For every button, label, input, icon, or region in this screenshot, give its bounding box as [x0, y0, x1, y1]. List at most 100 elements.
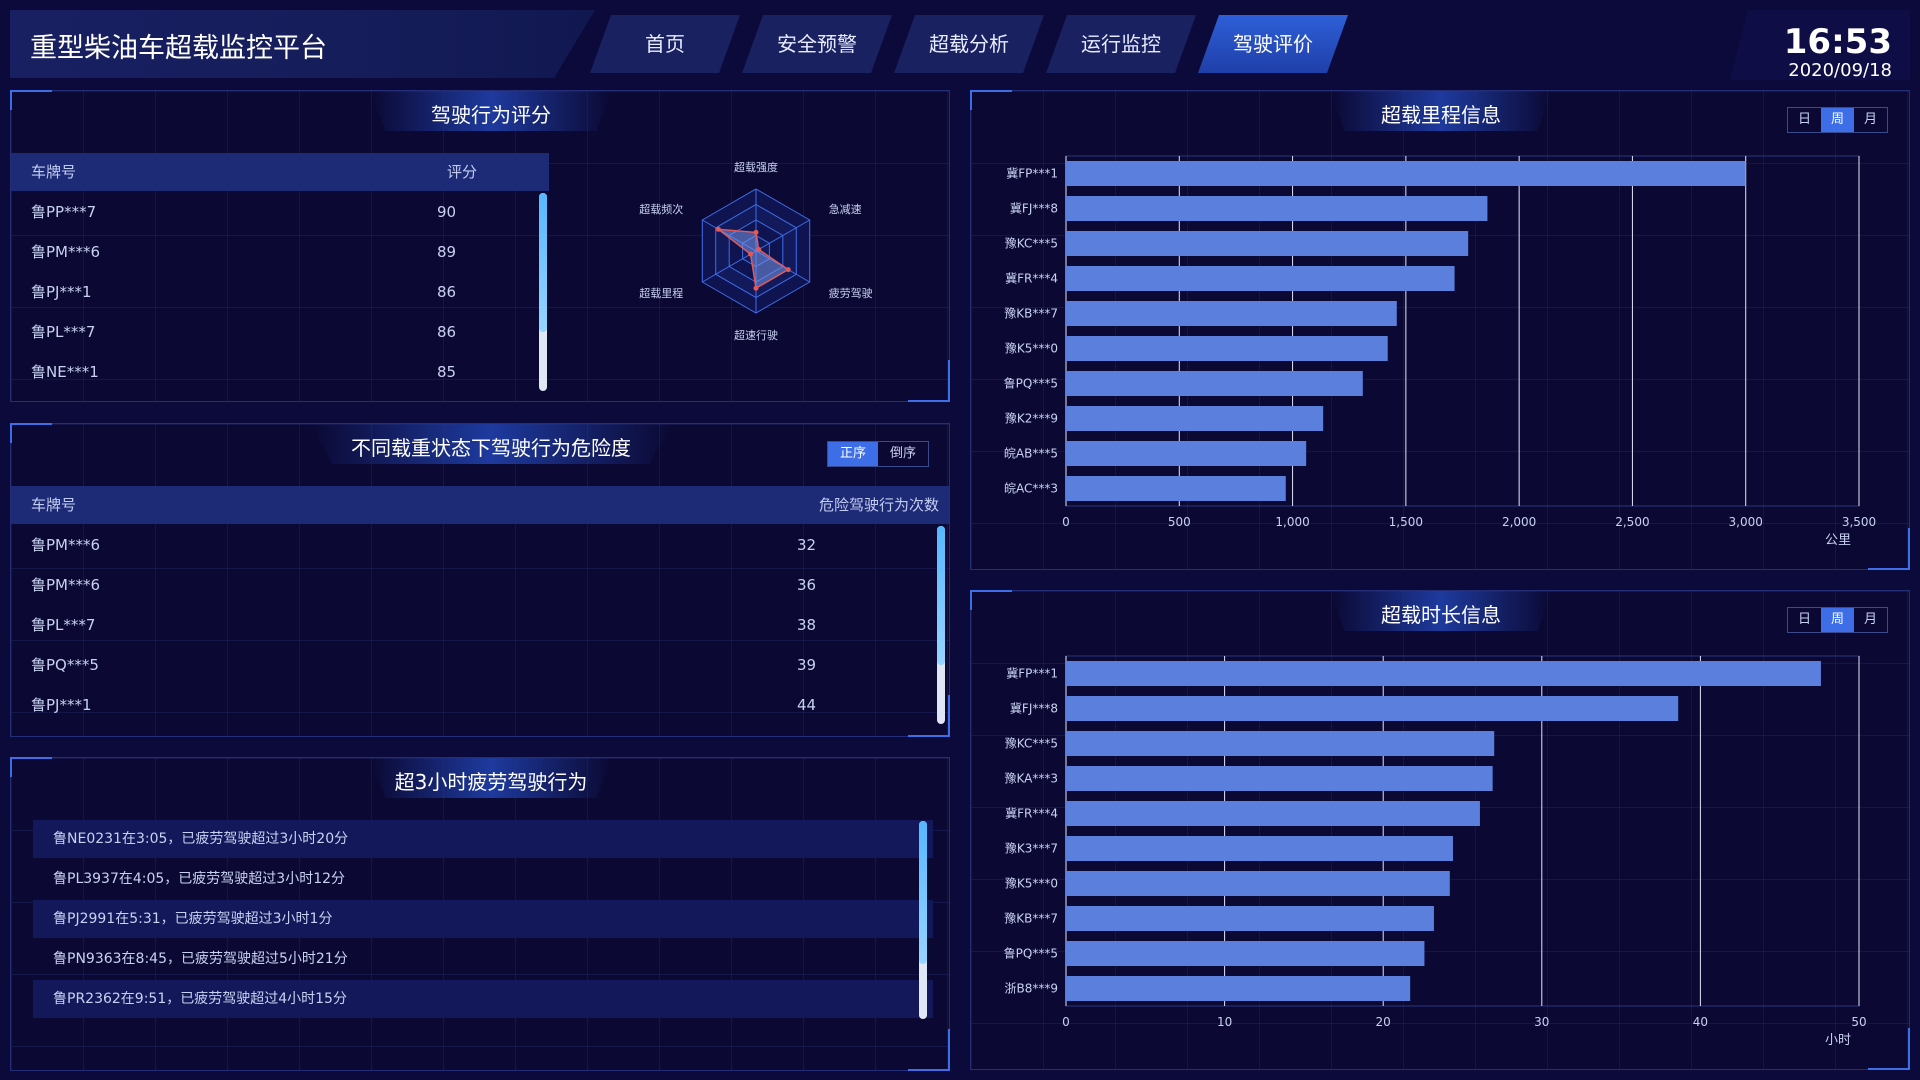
list-item[interactable]: 鲁PJ2991在5:31，已疲劳驾驶超过3小时1分 [33, 900, 933, 938]
fatigue-panel: 超3小时疲劳驾驶行为 鲁NE0231在3:05，已疲劳驾驶超过3小时20分 鲁P… [10, 757, 950, 1071]
bar[interactable] [1066, 906, 1434, 931]
driving-score-panel: 驾驶行为评分 车牌号 评分 鲁PP***7 90 鲁PM***6 89 鲁PJ*… [10, 90, 950, 402]
bar[interactable] [1066, 731, 1495, 756]
period-week-button[interactable]: 周 [1821, 608, 1854, 632]
bar[interactable] [1066, 336, 1388, 361]
category-label: 冀FP***1 [1006, 667, 1058, 681]
bar[interactable] [1066, 661, 1821, 686]
bar[interactable] [1066, 476, 1286, 501]
table-header: 车牌号 评分 [11, 153, 549, 191]
period-toggle: 日 周 月 [1787, 107, 1888, 133]
category-label: 皖AB***5 [1004, 447, 1058, 461]
bar[interactable] [1066, 406, 1324, 431]
period-week-button[interactable]: 周 [1821, 108, 1854, 132]
bar[interactable] [1066, 801, 1480, 826]
list-item[interactable]: 鲁NE0231在3:05，已疲劳驾驶超过3小时20分 [33, 820, 933, 858]
table-row[interactable]: 鲁PL***7 38 [11, 605, 931, 645]
scrollbar[interactable] [919, 821, 927, 1019]
tab-operation-monitor[interactable]: 运行监控 [1046, 15, 1196, 73]
table-row[interactable]: 鲁PM***6 89 [11, 232, 549, 272]
category-label: 豫K2***9 [1005, 412, 1058, 426]
bar[interactable] [1066, 696, 1679, 721]
corner-decoration [970, 590, 1012, 610]
category-label: 鲁PQ***5 [1004, 377, 1058, 391]
radar-point [753, 229, 759, 235]
radar-indicator-label: 疲劳驾驶 [829, 286, 873, 300]
score-cell: 86 [437, 323, 457, 341]
period-day-button[interactable]: 日 [1788, 608, 1821, 632]
table-row[interactable]: 鲁PQ***5 39 [11, 645, 931, 685]
scrollbar-thumb[interactable] [919, 821, 927, 964]
category-label: 冀FR***4 [1005, 272, 1058, 286]
sort-asc-button[interactable]: 正序 [828, 442, 878, 466]
plate-cell: 鲁PL***7 [31, 616, 96, 634]
scrollbar-thumb[interactable] [539, 193, 547, 332]
tab-safety-warning[interactable]: 安全预警 [742, 15, 892, 73]
sort-desc-button[interactable]: 倒序 [878, 442, 928, 466]
plate-cell: 鲁PP***7 [31, 203, 97, 221]
x-tick-label: 2,000 [1502, 515, 1536, 529]
category-label: 冀FJ***8 [1010, 702, 1058, 716]
plate-cell: 鲁PJ***1 [31, 283, 92, 301]
panel-title: 超载里程信息 [1381, 103, 1501, 127]
period-month-button[interactable]: 月 [1854, 108, 1887, 132]
scrollbar[interactable] [937, 526, 945, 724]
bar[interactable] [1066, 161, 1746, 186]
x-tick-label: 500 [1168, 515, 1191, 529]
corner-decoration [10, 757, 52, 777]
table-row[interactable]: 鲁PL***7 86 [11, 312, 549, 352]
table-row[interactable]: 鲁NE***1 85 [11, 352, 549, 392]
bar[interactable] [1066, 301, 1397, 326]
x-tick-label: 3,000 [1729, 515, 1763, 529]
list-item[interactable]: 鲁PL3937在4:05，已疲劳驾驶超过3小时12分 [33, 860, 933, 898]
radar-point [753, 285, 759, 291]
radar-indicator-label: 急减速 [829, 202, 862, 216]
score-cell: 90 [437, 203, 457, 221]
count-cell: 39 [797, 656, 817, 674]
radar-indicator-label: 超载强度 [734, 160, 778, 174]
bar[interactable] [1066, 371, 1363, 396]
plate-cell: 鲁PQ***5 [31, 656, 99, 674]
bar[interactable] [1066, 266, 1455, 291]
table-header: 车牌号 危险驾驶行为次数 [11, 486, 949, 524]
bar[interactable] [1066, 231, 1469, 256]
tab-overload-analysis[interactable]: 超载分析 [894, 15, 1044, 73]
bar[interactable] [1066, 196, 1488, 221]
list-item[interactable]: 鲁PR2362在9:51，已疲劳驾驶超过4小时15分 [33, 980, 933, 1018]
period-month-button[interactable]: 月 [1854, 608, 1887, 632]
list-item[interactable]: 鲁PN9363在8:45，已疲劳驾驶超过5小时21分 [33, 940, 933, 978]
x-tick-label: 0 [1062, 1015, 1070, 1029]
scrollbar-thumb[interactable] [937, 526, 945, 665]
bar[interactable] [1066, 976, 1411, 1001]
table-row[interactable]: 鲁PJ***1 86 [11, 272, 549, 312]
period-day-button[interactable]: 日 [1788, 108, 1821, 132]
category-label: 皖AC***3 [1004, 482, 1058, 496]
table-row[interactable]: 鲁PP***7 90 [11, 192, 549, 232]
score-cell: 85 [437, 363, 457, 381]
tab-driving-evaluation[interactable]: 驾驶评价 [1198, 15, 1348, 73]
table-row[interactable]: 鲁PJ***1 44 [11, 685, 931, 725]
corner-decoration [10, 423, 52, 443]
scrollbar[interactable] [539, 193, 547, 391]
danger-panel: 不同载重状态下驾驶行为危险度 正序 倒序 车牌号 危险驾驶行为次数 鲁PM***… [10, 423, 950, 737]
category-label: 冀FR***4 [1005, 807, 1058, 821]
bar[interactable] [1066, 836, 1453, 861]
panel-title: 驾驶行为评分 [431, 103, 551, 127]
bar[interactable] [1066, 766, 1493, 791]
x-tick-label: 3,500 [1842, 515, 1876, 529]
unit-label: 小时 [1825, 1033, 1851, 1048]
bar[interactable] [1066, 941, 1425, 966]
bar[interactable] [1066, 871, 1450, 896]
bar[interactable] [1066, 441, 1307, 466]
table-row[interactable]: 鲁PM***6 32 [11, 525, 931, 565]
category-label: 豫K5***0 [1005, 877, 1058, 891]
column-header-plate: 车牌号 [31, 496, 77, 514]
radar-chart: 超载强度急减速疲劳驾驶超速行驶 超载里程 超载频次 [639, 160, 873, 342]
category-label: 豫K5***0 [1005, 342, 1058, 356]
mileage-bar-chart: 0 500 1,000 1,500 2,000 2,500 3,000 3,500 冀FP***… [1004, 155, 1876, 548]
table-row[interactable]: 鲁PM***6 36 [11, 565, 931, 605]
corner-decoration [10, 90, 52, 110]
category-label: 豫KB***7 [1004, 912, 1058, 926]
tab-home[interactable]: 首页 [590, 15, 740, 73]
column-header-danger-count: 危险驾驶行为次数 [818, 496, 939, 514]
